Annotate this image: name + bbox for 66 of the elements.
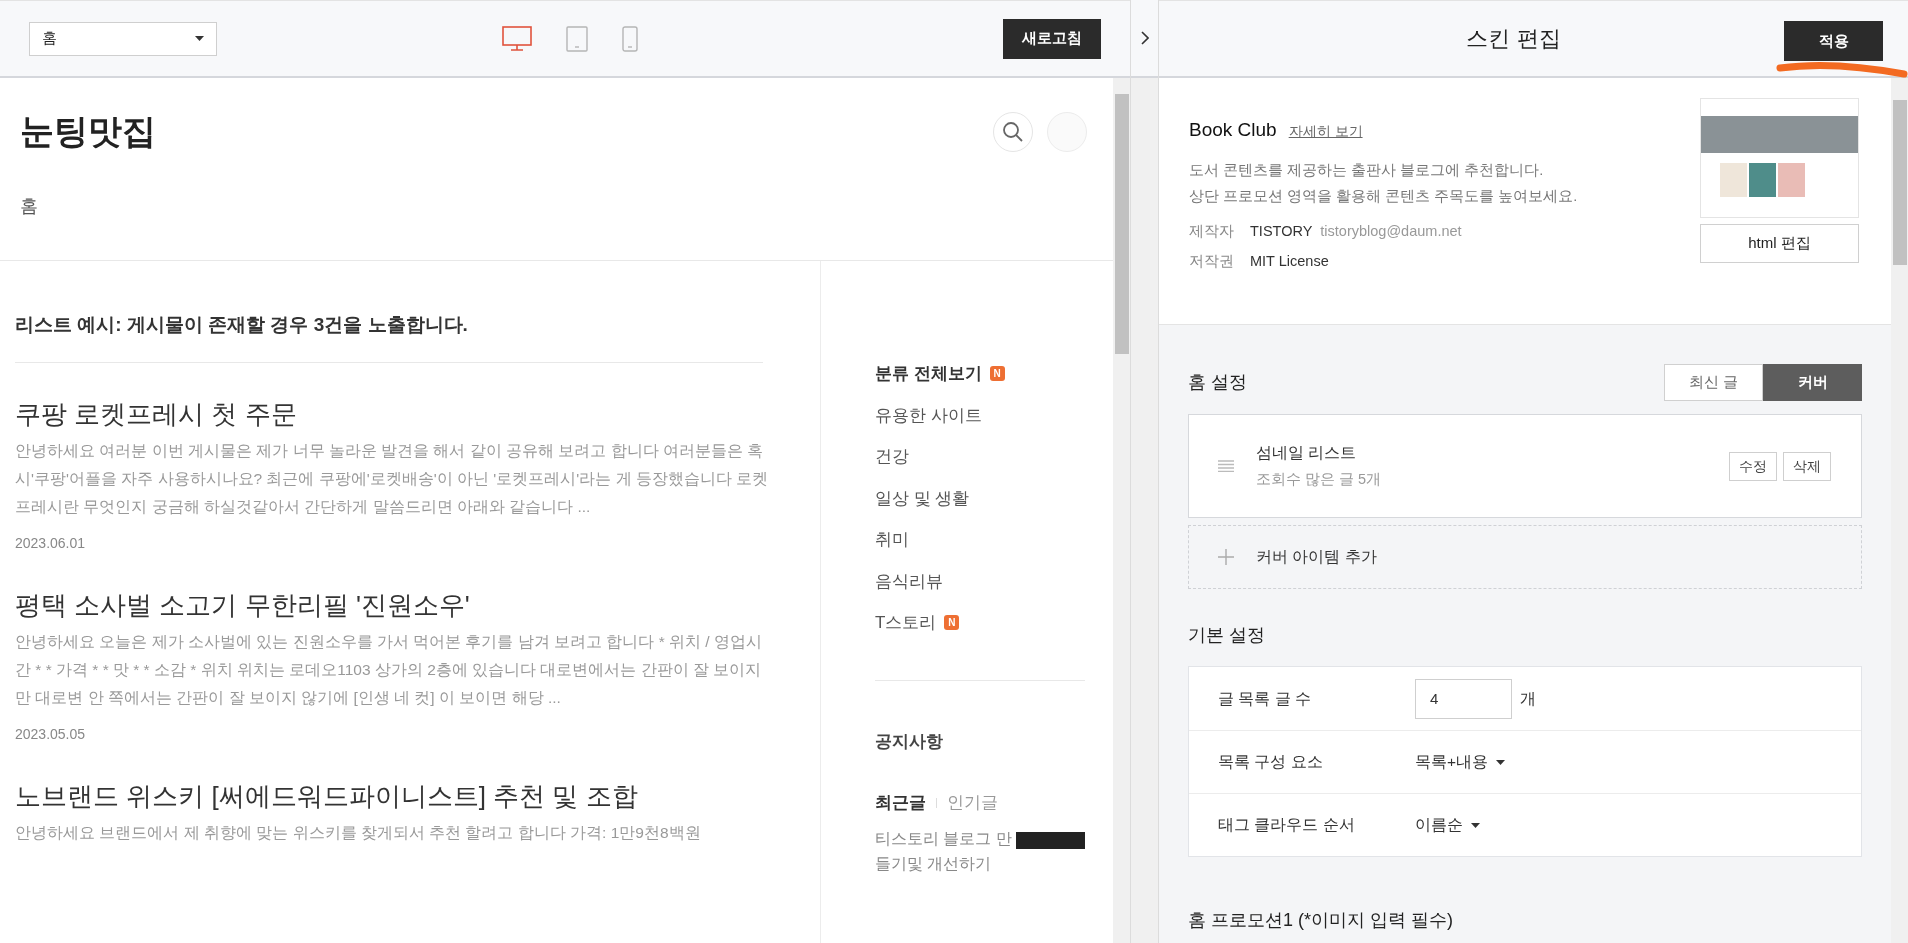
new-badge: N (989, 366, 1005, 382)
post-title[interactable]: 쿠팡 로켓프레시 첫 주문 (15, 396, 775, 431)
tablet-icon[interactable] (566, 25, 588, 52)
cover-item-subtitle: 조회수 많은 글 5개 (1256, 470, 1383, 490)
blog-title: 눈팅맛집 (20, 110, 156, 153)
category-link[interactable]: 유용한 사이트 (875, 402, 982, 428)
new-badge: N (944, 615, 960, 631)
details-link[interactable]: 자세히 보기 (1288, 121, 1363, 142)
number-input[interactable]: 4 (1415, 678, 1512, 719)
category-link[interactable]: 음식리뷰 (875, 568, 943, 594)
post-title[interactable]: 노브랜드 위스키 [써에드워드파이니스트] 추천 및 조합 (15, 778, 775, 813)
cover-item-action[interactable]: 수정 (1729, 451, 1777, 481)
meta-email: tistoryblog@daum.net (1320, 221, 1462, 241)
editor-title: 스킨 편집 (1466, 25, 1562, 53)
post-date: 2023.06.01 (15, 533, 87, 553)
post-title[interactable]: 평택 소사벌 소고기 무한리필 '진원소우' (15, 587, 775, 622)
caret-icon (1496, 759, 1506, 765)
chevron-right-icon (1140, 31, 1149, 45)
setting-label: 태그 클라우드 순서 (1218, 815, 1356, 836)
recent-post-link[interactable]: 티스토리 블로그 만들기및 개선하기 (875, 825, 1017, 876)
category-link[interactable]: T스토리 (875, 610, 937, 636)
post-date: 2023.05.05 (15, 724, 87, 744)
thumbnail-placeholder (1016, 831, 1085, 849)
meta-value: MIT License (1250, 252, 1329, 272)
html-edit-button[interactable]: html 편집 (1700, 224, 1859, 263)
skin-name: Book Club (1189, 118, 1277, 142)
add-cover-item-button[interactable]: 커버 아이템 추가 (1188, 525, 1862, 589)
cover-item-action[interactable]: 삭제 (1783, 451, 1831, 481)
skin-description: 도서 콘텐츠를 제공하는 출판사 블로그에 추천합니다. (1189, 160, 1545, 180)
post-excerpt: 안녕하세요 오늘은 제가 소사벌에 있는 진원소우를 가서 먹어본 후기를 남겨 보려고 합니다 * 위치 / 영업시간 * * 가격 * * 맛 * * 소감 * 위치 위치는 로데오1103 상가의 2층에 있습니다 대로변에서는 간판이 잘 보이지만 대로변 안 쪽에서는 간판이 잘 보이지 않기에 [인생 네 컷] 이 보이면 해당 ... (15, 631, 763, 708)
refresh-button[interactable]: 새로고침 (1003, 18, 1101, 59)
category-link[interactable]: 분류 전체보기 (875, 361, 982, 387)
section-heading: 홈 설정 (1188, 371, 1247, 394)
meta-value: TISTORY (1250, 221, 1313, 241)
nav-link[interactable]: 홈 (20, 193, 38, 220)
notice-heading: 공지사항 (875, 730, 944, 753)
dropdown-select[interactable]: 이름순 (1415, 813, 1480, 837)
mode-toggle[interactable]: 커버 (1763, 364, 1862, 401)
page-select[interactable]: 홈 (29, 21, 217, 56)
collapse-button[interactable] (1130, 0, 1158, 943)
post-excerpt: 안녕하세요 여러분 이번 게시물은 제가 너무 놀라운 발견을 해서 같이 공유해 보려고 합니다 여러분들은 혹시'쿠팡'어플을 자주 사용하시나요? 최근에 쿠팡에'로켓배송'이 아닌 '로켓프레시'라는 게 등장했습니다 로켓프레시란 무엇인지 궁금해 하실것같아서 간단하게 말씀드리면 아래와 같습니다 ... (15, 440, 770, 517)
mobile-icon[interactable] (622, 25, 638, 52)
category-link[interactable]: 건강 (875, 444, 909, 470)
setting-label: 목록 구성 요소 (1218, 752, 1324, 773)
search-icon (1002, 120, 1024, 143)
category-link[interactable]: 일상 및 생활 (875, 485, 970, 511)
skin-description: 상단 프로모션 영역을 활용해 콘텐츠 주목도를 높여보세요. (1189, 186, 1578, 206)
post-excerpt: 안녕하세요 브랜드에서 제 취향에 맞는 위스키를 찾게되서 추천 할려고 합니다 가격: 1만9천8백원 (15, 822, 702, 843)
caret-icon (1471, 822, 1480, 828)
category-link[interactable]: 취미 (875, 527, 909, 553)
section-heading: 홈 프로모션1 (*이미지 입력 필수) (1188, 909, 1454, 932)
meta-label: 제작자 (1189, 221, 1235, 241)
setting-label: 글 목록 글 수 (1218, 688, 1312, 709)
section-heading: 기본 설정 (1188, 624, 1266, 647)
dropdown-select[interactable]: 목록+내용 (1415, 750, 1506, 774)
cover-item-title: 섬네일 리스트 (1256, 443, 1358, 464)
mode-toggle[interactable]: 최신 글 (1664, 364, 1763, 401)
apply-button[interactable]: 적용 (1784, 21, 1883, 61)
desktop-icon[interactable] (502, 25, 532, 52)
caret-icon (195, 36, 204, 41)
drag-handle-icon[interactable] (1218, 460, 1234, 472)
meta-label: 저작권 (1189, 252, 1235, 272)
list-heading: 리스트 예시: 게시물이 존재할 경우 3건을 노출합니다. (15, 311, 763, 363)
sidebar-tab[interactable]: 최근글 (875, 790, 926, 816)
plus-icon (1218, 549, 1234, 565)
unit-label: 개 (1520, 688, 1536, 709)
